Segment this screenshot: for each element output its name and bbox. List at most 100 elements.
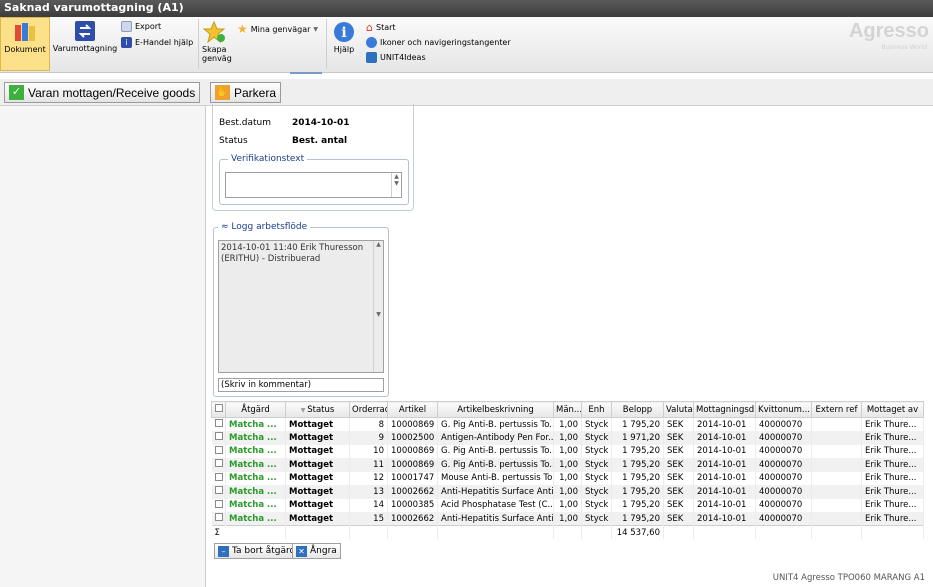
cell-belopp: 1 795,20 (611, 458, 664, 472)
table-row[interactable]: Matcha ... Mottaget 12 10001747 Mouse Anti-B… (211, 471, 924, 485)
minus-icon: – (218, 545, 229, 557)
dokument-label: Dokument (4, 45, 46, 54)
col-kvittonummer[interactable]: Kvittonum... (755, 401, 812, 418)
col-enh[interactable]: Enh (581, 401, 612, 418)
best-datum-value: 2014-10-01 (292, 118, 350, 128)
select-all-checkbox[interactable] (211, 401, 226, 418)
verifikationstext-legend: Verifikationstext (228, 154, 308, 164)
logg-legend: ≈ Logg arbetsflöde (218, 222, 311, 232)
skapa-genvag-button[interactable]: Skapa genväg (202, 21, 234, 63)
col-belopp[interactable]: Belopp (611, 401, 664, 418)
cell-atgard[interactable]: Matcha ... (225, 417, 286, 431)
col-status[interactable]: ▼ Status (285, 401, 350, 418)
cell-status: Mottaget (285, 431, 350, 445)
collapse-icon[interactable]: ≈ (221, 222, 229, 232)
verifikationstext-input[interactable]: ▲ ▼ (225, 172, 402, 198)
parkera-button[interactable]: ✋ Parkera (210, 82, 282, 103)
row-checkbox[interactable] (211, 417, 226, 431)
cell-atgard[interactable]: Matcha ... (225, 512, 286, 526)
angra-button[interactable]: ✕ Ångra (292, 543, 341, 559)
start-button[interactable]: ⌂ Start (366, 21, 396, 34)
col-orderrad[interactable]: Orderrad (349, 401, 388, 418)
cell-mottagningsdatum: 2014-10-01 (693, 485, 756, 499)
order-info-box: Best.datum 2014-10-01 Status Best. antal… (212, 104, 414, 211)
cell-atgard[interactable]: Matcha ... (225, 485, 286, 499)
cell-enh: Styck (581, 485, 612, 499)
row-checkbox[interactable] (211, 458, 226, 472)
varumottagning-button[interactable]: Varumottagning (52, 17, 118, 53)
table-row[interactable]: Matcha ... Mottaget 13 10002662 Anti-Hepatit… (211, 485, 924, 499)
cell-enh: Styck (581, 512, 612, 526)
col-mottagningsdatum[interactable]: Mottagningsd... (693, 401, 756, 418)
row-checkbox[interactable] (211, 471, 226, 485)
cell-atgard[interactable]: Matcha ... (225, 458, 286, 472)
cell-mottaget-av: Erik Thure... (861, 512, 924, 526)
cell-mottagningsdatum: 2014-10-01 (693, 444, 756, 458)
hjalp-button[interactable]: i Hjälp (330, 21, 358, 54)
table-row[interactable]: Matcha ... Mottaget 15 10002662 Anti-Hepatit… (211, 512, 924, 526)
ikoner-button[interactable]: Ikoner och navigeringstangenter (366, 37, 511, 48)
cell-belopp: 1 971,20 (611, 431, 664, 445)
cell-atgard[interactable]: Matcha ... (225, 444, 286, 458)
table-row[interactable]: Matcha ... Mottaget 14 10000385 Acid Phospha… (211, 498, 924, 512)
row-checkbox[interactable] (211, 498, 226, 512)
col-extern-ref[interactable]: Extern ref (811, 401, 862, 418)
cell-orderrad: 13 (349, 485, 388, 499)
cell-mottaget-av: Erik Thure... (861, 458, 924, 472)
table-row[interactable]: Matcha ... Mottaget 9 10002500 Antigen-Antib… (211, 431, 924, 445)
cell-artikelbeskrivning: G. Pig Anti-B. pertussis To... (437, 417, 554, 431)
col-mangd[interactable]: Män... (553, 401, 582, 418)
action-bar: ✓ Varan mottagen/Receive goods ✋ Parkera (0, 79, 933, 106)
cell-atgard[interactable]: Matcha ... (225, 471, 286, 485)
table-row[interactable]: Matcha ... Mottaget 10 10000869 G. Pig Anti-… (211, 444, 924, 458)
row-checkbox[interactable] (211, 431, 226, 445)
ribbon-separator (326, 19, 327, 69)
cell-extern-ref (811, 512, 862, 526)
cell-enh: Styck (581, 498, 612, 512)
col-atgard[interactable]: Åtgärd (225, 401, 286, 418)
undo-x-icon: ✕ (296, 545, 307, 557)
active-tab-indicator (290, 72, 322, 74)
cell-orderrad: 10 (349, 444, 388, 458)
col-valuta[interactable]: Valuta (663, 401, 694, 418)
col-artikel[interactable]: Artikel (387, 401, 438, 418)
cell-atgard[interactable]: Matcha ... (225, 431, 286, 445)
scrollbar[interactable]: ▲ ▼ (391, 173, 401, 197)
best-datum-label: Best.datum (219, 118, 272, 128)
scrollbar[interactable]: ▲ ▼ (373, 241, 383, 372)
table-row[interactable]: Matcha ... Mottaget 11 10000869 G. Pig Anti-… (211, 458, 924, 472)
ehandel-help-button[interactable]: i E-Handel hjälp (121, 37, 193, 48)
unit4ideas-button[interactable]: UNIT4Ideas (366, 52, 426, 63)
row-checkbox[interactable] (211, 512, 226, 526)
log-textarea[interactable]: 2014-10-01 11:40 Erik Thuresson (ERITHU)… (218, 240, 384, 373)
cell-artikel: 10000385 (387, 498, 438, 512)
mina-genvagar-dropdown[interactable]: ★ Mina genvägar ▼ (237, 22, 318, 36)
receive-goods-button[interactable]: ✓ Varan mottagen/Receive goods (4, 82, 201, 103)
cell-mangd: 1,00 (553, 485, 582, 499)
cell-kvittonummer: 40000070 (755, 512, 812, 526)
row-checkbox[interactable] (211, 444, 226, 458)
ribbon: Dokument Varumottagning Export i E-Hande… (0, 17, 933, 74)
cell-kvittonummer: 40000070 (755, 444, 812, 458)
col-artikelbeskrivning[interactable]: Artikelbeskrivning (437, 401, 554, 418)
cell-extern-ref (811, 417, 862, 431)
dokument-button[interactable]: Dokument (0, 17, 50, 71)
cell-extern-ref (811, 431, 862, 445)
cell-artikel: 10002662 (387, 512, 438, 526)
table-row[interactable]: Matcha ... Mottaget 8 10000869 G. Pig Anti-B… (211, 417, 924, 431)
ta-bort-atgard-button[interactable]: – Ta bort åtgärd (214, 543, 300, 559)
cell-valuta: SEK (663, 417, 694, 431)
col-mottaget-av[interactable]: Mottaget av (861, 401, 924, 418)
cell-kvittonummer: 40000070 (755, 485, 812, 499)
comment-input[interactable]: (Skriv in kommentar) (218, 378, 384, 392)
cell-kvittonummer: 40000070 (755, 417, 812, 431)
export-button[interactable]: Export (121, 21, 161, 32)
cell-mottaget-av: Erik Thure... (861, 431, 924, 445)
receipt-grid: Åtgärd ▼ Status Orderrad Artikel Artikel… (211, 401, 924, 539)
cell-belopp: 1 795,20 (611, 417, 664, 431)
row-checkbox[interactable] (211, 485, 226, 499)
cell-status: Mottaget (285, 485, 350, 499)
cell-orderrad: 14 (349, 498, 388, 512)
cell-atgard[interactable]: Matcha ... (225, 498, 286, 512)
cell-artikelbeskrivning: Antigen-Antibody Pen For... (437, 431, 554, 445)
